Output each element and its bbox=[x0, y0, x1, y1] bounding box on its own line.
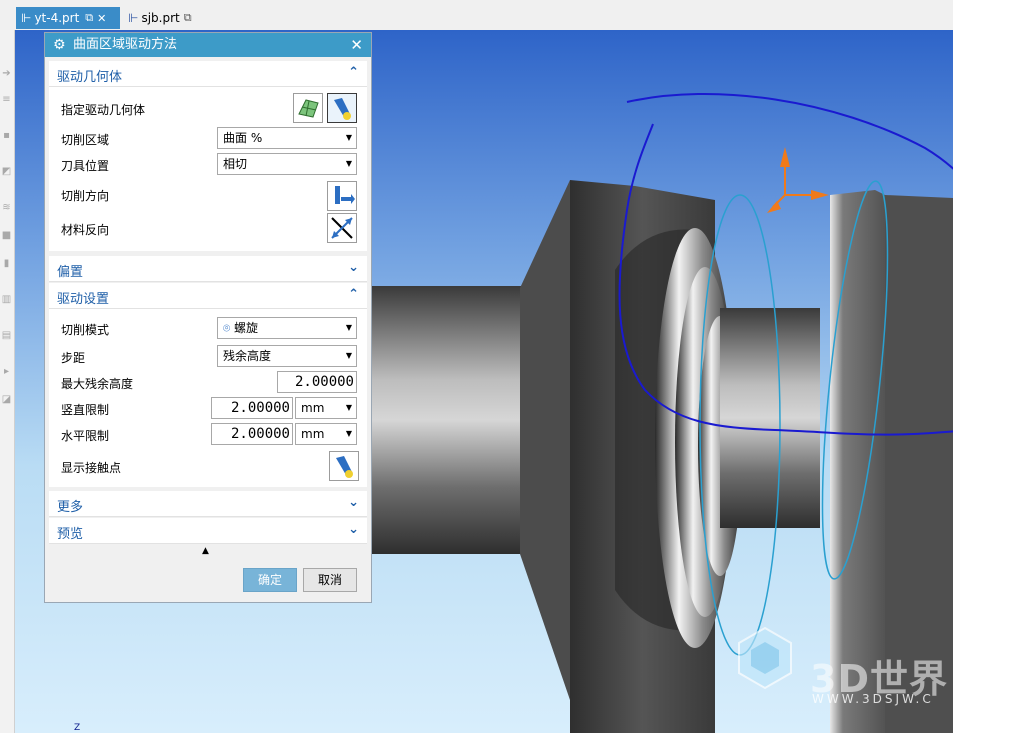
gear-icon[interactable]: ⚙ bbox=[53, 33, 66, 57]
chevron-up-icon[interactable]: ⌃ bbox=[348, 287, 359, 302]
max-scallop-height-label: 最大残余高度 bbox=[61, 377, 134, 391]
vertical-limit-label: 竖直限制 bbox=[61, 403, 110, 417]
tool-position-select[interactable]: 相切 ▼ bbox=[217, 153, 357, 175]
chevron-down-icon[interactable]: ⌄ bbox=[348, 522, 359, 537]
left-toolbar-strip: ➔ ≡ ▪ ◩ ≋ ■ ▮ ▥ ▤ ▸ ◪ bbox=[0, 30, 15, 733]
section-header-offset[interactable]: 偏置 ⌄ bbox=[49, 256, 367, 282]
cut-area-value: 曲面 % bbox=[223, 131, 263, 145]
modified-icon: ⧉ bbox=[183, 11, 192, 24]
section-header-more[interactable]: 更多 ⌄ bbox=[49, 491, 367, 517]
section-header-drive-settings[interactable]: 驱动设置 ⌃ bbox=[49, 283, 367, 309]
part-file-icon: ⊩ bbox=[128, 11, 139, 25]
tab-label: yt-4.prt bbox=[34, 11, 80, 25]
stepover-label: 步距 bbox=[61, 351, 86, 365]
flashlight-icon bbox=[336, 456, 353, 478]
cancel-button[interactable]: 取消 bbox=[303, 568, 357, 592]
toolbar-icon[interactable]: ▥ bbox=[1, 294, 12, 305]
watermark-logo bbox=[738, 626, 792, 690]
dropdown-arrow-icon: ▼ bbox=[345, 429, 352, 438]
section-title: 更多 bbox=[57, 500, 84, 515]
part-file-icon: ⊩ bbox=[21, 11, 32, 25]
dialog-title: 曲面区域驱动方法 bbox=[73, 37, 178, 52]
section-title: 预览 bbox=[57, 527, 84, 542]
max-scallop-height-input[interactable]: 2.00000 bbox=[277, 371, 357, 393]
left-shaft bbox=[345, 286, 525, 554]
collapse-dialog-arrow-icon[interactable]: ▲ bbox=[202, 546, 209, 556]
toolbar-icon[interactable]: ▮ bbox=[1, 258, 12, 269]
vertical-limit-input[interactable]: 2.00000 bbox=[211, 397, 293, 419]
horizontal-limit-input[interactable]: 2.00000 bbox=[211, 423, 293, 445]
tab-yt-4[interactable]: ⊩ yt-4.prt ⧉ ✕ bbox=[16, 7, 120, 29]
right-margin bbox=[953, 0, 1016, 733]
surface-area-drive-dialog: ⚙ 曲面区域驱动方法 ✕ 驱动几何体 ⌃ 指定驱动几何体 切削区域 曲面 % ▼… bbox=[44, 32, 372, 603]
stepover-select[interactable]: 残余高度 ▼ bbox=[217, 345, 357, 367]
dropdown-arrow-icon: ▼ bbox=[345, 159, 352, 168]
toolbar-icon[interactable]: ▤ bbox=[1, 330, 12, 341]
toolbar-icon[interactable]: ◩ bbox=[1, 166, 12, 177]
stepover-value: 残余高度 bbox=[223, 349, 272, 363]
dropdown-arrow-icon: ▼ bbox=[345, 133, 352, 142]
csys-handle bbox=[767, 147, 829, 213]
ok-button[interactable]: 确定 bbox=[243, 568, 297, 592]
cut-pattern-label: 切削模式 bbox=[61, 323, 110, 337]
show-contact-points-label: 显示接触点 bbox=[61, 461, 122, 475]
toolbar-icon[interactable]: ▪ bbox=[1, 130, 12, 141]
watermark-url: WWW.3DSJW.C bbox=[812, 692, 934, 706]
chevron-up-icon[interactable]: ⌃ bbox=[348, 65, 359, 80]
tab-label: sjb.prt bbox=[141, 11, 180, 25]
dropdown-arrow-icon: ▼ bbox=[345, 403, 352, 412]
toolbar-icon[interactable]: ≡ bbox=[1, 94, 12, 105]
axis-label-z: Z bbox=[74, 723, 81, 733]
chevron-down-icon[interactable]: ⌄ bbox=[348, 260, 359, 275]
material-reverse-button[interactable] bbox=[327, 213, 357, 243]
unit-value: mm bbox=[301, 427, 325, 441]
section-title: 驱动设置 bbox=[57, 292, 110, 307]
specify-drive-geometry-label: 指定驱动几何体 bbox=[61, 103, 146, 117]
neck-shaft bbox=[720, 308, 820, 528]
spiral-icon: ⌾ bbox=[223, 321, 231, 335]
close-tab-icon[interactable]: ✕ bbox=[97, 12, 106, 25]
horizontal-limit-unit-select[interactable]: mm ▼ bbox=[295, 423, 357, 445]
tab-sjb[interactable]: ⊩ sjb.prt ⧉ bbox=[124, 7, 214, 29]
horizontal-limit-label: 水平限制 bbox=[61, 429, 110, 443]
reverse-arrows-icon bbox=[331, 217, 353, 239]
drive-geometry-surface-button[interactable] bbox=[293, 93, 323, 123]
chevron-down-icon[interactable]: ⌄ bbox=[348, 495, 359, 510]
material-reverse-label: 材料反向 bbox=[61, 223, 110, 237]
cut-direction-icon bbox=[335, 186, 355, 204]
tool-position-value: 相切 bbox=[223, 157, 248, 171]
toolbar-icon[interactable]: ◪ bbox=[1, 394, 12, 405]
specify-flashlight-button[interactable] bbox=[327, 93, 357, 123]
modified-icon: ⧉ bbox=[85, 11, 94, 24]
dropdown-arrow-icon: ▼ bbox=[345, 351, 352, 360]
dialog-title-bar[interactable]: ⚙ 曲面区域驱动方法 ✕ bbox=[45, 33, 371, 57]
section-header-preview[interactable]: 预览 ⌄ bbox=[49, 518, 367, 544]
cut-area-label: 切削区域 bbox=[61, 133, 110, 147]
cut-direction-label: 切削方向 bbox=[61, 189, 110, 203]
document-tab-bar: ⊩ yt-4.prt ⧉ ✕ ⊩ sjb.prt ⧉ bbox=[0, 0, 953, 31]
tool-position-label: 刀具位置 bbox=[61, 159, 110, 173]
cut-pattern-select[interactable]: ⌾ 螺旋 ▼ bbox=[217, 317, 357, 339]
left-taper bbox=[520, 180, 570, 700]
cut-pattern-value: 螺旋 bbox=[234, 321, 259, 335]
section-header-drive-geometry[interactable]: 驱动几何体 ⌃ bbox=[49, 61, 367, 87]
dropdown-arrow-icon: ▼ bbox=[345, 323, 352, 332]
surface-mesh-icon bbox=[298, 99, 319, 118]
close-icon[interactable]: ✕ bbox=[350, 33, 363, 57]
toolbar-icon[interactable]: ■ bbox=[1, 230, 12, 241]
flashlight-icon bbox=[334, 98, 351, 120]
section-body-drive-geometry: 指定驱动几何体 切削区域 曲面 % ▼ 刀具位置 相切 ▼ 切削方向 材料反向 bbox=[49, 87, 367, 251]
section-title: 偏置 bbox=[57, 265, 84, 280]
unit-value: mm bbox=[301, 401, 325, 415]
section-body-drive-settings: 切削模式 ⌾ 螺旋 ▼ 步距 残余高度 ▼ 最大残余高度 2.00000 竖直限… bbox=[49, 309, 367, 487]
toolbar-icon[interactable]: ▸ bbox=[1, 366, 12, 377]
toolbar-icon[interactable]: ➔ bbox=[1, 68, 12, 79]
vertical-limit-unit-select[interactable]: mm ▼ bbox=[295, 397, 357, 419]
cut-area-select[interactable]: 曲面 % ▼ bbox=[217, 127, 357, 149]
cut-direction-button[interactable] bbox=[327, 181, 357, 211]
show-contact-points-button[interactable] bbox=[329, 451, 359, 481]
toolbar-icon[interactable]: ≋ bbox=[1, 202, 12, 213]
section-title: 驱动几何体 bbox=[57, 70, 123, 85]
